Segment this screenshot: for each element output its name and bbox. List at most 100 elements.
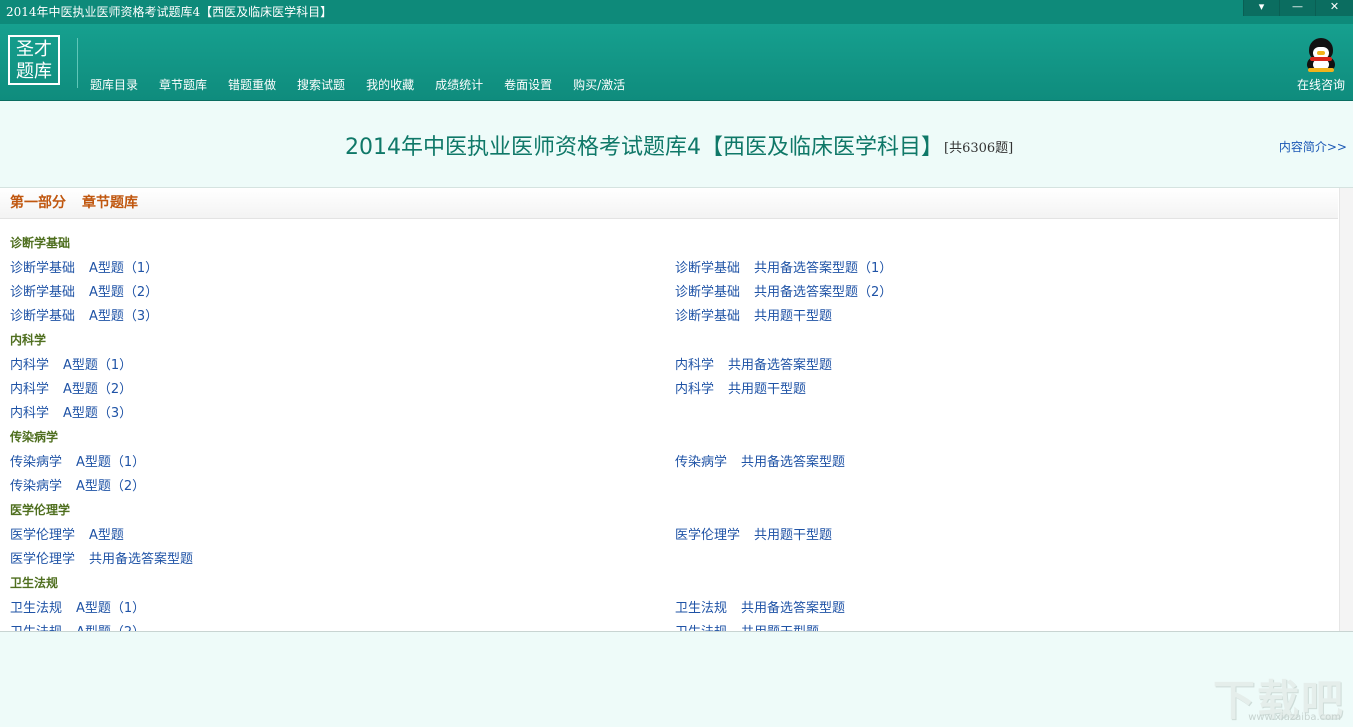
chapter-subject: 内科学 — [10, 358, 50, 373]
watermark-url: www.xiazaiba.com — [1248, 712, 1341, 723]
chapter-subject: 内科学 — [675, 382, 715, 397]
chapter-subject: 诊断学基础 — [10, 285, 76, 300]
chapter-subject: 卫生法规 — [675, 601, 728, 616]
chapter-type: 共用备选答案型题 — [89, 552, 194, 567]
chapter-link[interactable]: 卫生法规 共用题干型题 — [675, 621, 819, 631]
chapter-link[interactable]: 传染病学 A型题（1） — [10, 451, 145, 470]
chapter-link[interactable]: 诊断学基础 A型题（1） — [10, 257, 158, 276]
intro-link[interactable]: 内容简介>> — [1279, 138, 1347, 155]
chapter-link[interactable]: 医学伦理学 共用备选答案型题 — [10, 548, 193, 567]
chapter-link[interactable]: 诊断学基础 A型题（3） — [10, 305, 158, 324]
qq-penguin-icon — [1306, 38, 1336, 72]
logo-line1: 圣才 — [16, 39, 52, 60]
vertical-scrollbar[interactable] — [1339, 188, 1353, 631]
chapter-type: 共用备选答案型题 — [728, 358, 833, 373]
menu-item-catalog[interactable]: 题库目录 — [90, 76, 138, 93]
window-titlebar: 2014年中医执业医师资格考试题库4【西医及临床医学科目】 ▾ — ✕ — [0, 0, 1353, 24]
menu-item-buy-activate[interactable]: 购买/激活 — [573, 76, 625, 93]
chapter-type: 共用题干型题 — [754, 309, 833, 324]
chapter-subject: 诊断学基础 — [675, 309, 741, 324]
chapter-subject: 内科学 — [10, 406, 50, 421]
chapter-type: A型题（1） — [89, 261, 159, 276]
app-logo: 圣才 题库 — [8, 35, 60, 85]
logo-line2: 题库 — [16, 61, 52, 82]
chapter-link[interactable]: 诊断学基础 共用备选答案型题（1） — [675, 257, 892, 276]
chapter-type: A型题（2） — [89, 285, 159, 300]
online-consult-label: 在线咨询 — [1296, 78, 1345, 92]
chapter-type: 共用备选答案型题（1） — [754, 261, 893, 276]
chapter-subject: 传染病学 — [10, 455, 63, 470]
chapter-type: A型题（3） — [89, 309, 159, 324]
chapter-link[interactable]: 内科学 共用题干型题 — [675, 378, 806, 397]
chapter-subject: 卫生法规 — [10, 601, 63, 616]
chapter-type: A型题（1） — [76, 601, 146, 616]
chapter-subject: 诊断学基础 — [10, 309, 76, 324]
category-heading: 卫生法规 — [10, 576, 59, 590]
chapter-subject: 卫生法规 — [675, 625, 727, 631]
menu-item-chapter-bank[interactable]: 章节题库 — [159, 76, 207, 93]
menu-item-redo-wrong[interactable]: 错题重做 — [228, 76, 276, 93]
part-label: 第一部分 — [10, 195, 66, 211]
chapter-subject: 诊断学基础 — [675, 261, 741, 276]
chapter-link[interactable]: 诊断学基础 共用题干型题 — [675, 305, 832, 324]
watermark-logo: 下载吧 www.xiazaiba.com — [1209, 667, 1345, 725]
chapter-subject: 内科学 — [10, 382, 50, 397]
chapter-type: 共用题干型题 — [754, 528, 833, 543]
close-button[interactable]: ✕ — [1315, 0, 1353, 16]
chapter-link[interactable]: 传染病学 共用备选答案型题 — [675, 451, 845, 470]
chapter-link[interactable]: 卫生法规 共用备选答案型题 — [675, 597, 845, 616]
chapter-type: A型题（2） — [63, 382, 133, 397]
chapter-link[interactable]: 诊断学基础 A型题（2） — [10, 281, 158, 300]
chapter-link[interactable]: 医学伦理学 共用题干型题 — [675, 524, 832, 543]
category-heading: 内科学 — [10, 333, 47, 347]
app-header: 圣才 题库 题库目录 章节题库 错题重做 搜索试题 我的收藏 成绩统计 卷面设置… — [0, 24, 1353, 101]
chapter-type: 共用题干型题 — [728, 382, 807, 397]
category-heading: 传染病学 — [10, 430, 59, 444]
online-consult-button[interactable]: 在线咨询 — [1294, 38, 1348, 93]
chapter-link[interactable]: 内科学 A型题（1） — [10, 354, 132, 373]
page-title: 2014年中医执业医师资格考试题库4【西医及临床医学科目】 — [345, 135, 943, 160]
chapter-subject: 传染病学 — [675, 455, 728, 470]
chapter-type: A型题（2） — [76, 479, 146, 494]
chapter-link[interactable]: 传染病学 A型题（2） — [10, 475, 145, 494]
chapter-type: 共用备选答案型题 — [741, 455, 846, 470]
part-name: 章节题库 — [82, 195, 138, 211]
logo-divider — [77, 38, 78, 88]
minimize-button[interactable]: — — [1279, 0, 1315, 16]
menu-dropdown-button[interactable]: ▾ — [1243, 0, 1279, 16]
category-heading: 医学伦理学 — [10, 503, 71, 517]
chapter-subject: 医学伦理学 — [675, 528, 741, 543]
menu-item-paper-settings[interactable]: 卷面设置 — [504, 76, 552, 93]
chapter-subject: 传染病学 — [10, 479, 63, 494]
chapter-subject: 医学伦理学 — [10, 552, 76, 567]
chapter-type: A型题（1） — [63, 358, 133, 373]
main-menu: 题库目录 章节题库 错题重做 搜索试题 我的收藏 成绩统计 卷面设置 购买/激活 — [90, 76, 646, 93]
chapter-subject: 诊断学基础 — [675, 285, 741, 300]
menu-item-favorites[interactable]: 我的收藏 — [366, 76, 414, 93]
chapter-link[interactable]: 内科学 A型题（3） — [10, 402, 132, 421]
chapter-type: 共用备选答案型题 — [741, 601, 846, 616]
menu-item-search[interactable]: 搜索试题 — [297, 76, 345, 93]
chapter-link[interactable]: 卫生法规 A型题（1） — [10, 597, 145, 616]
chapter-type: A型题（2） — [76, 625, 145, 631]
chapter-type: A型题（1） — [76, 455, 146, 470]
chapter-subject: 内科学 — [675, 358, 715, 373]
menu-item-statistics[interactable]: 成绩统计 — [435, 76, 483, 93]
chapter-link[interactable]: 卫生法规 A型题（2） — [10, 621, 145, 631]
chapter-subject: 卫生法规 — [10, 625, 62, 631]
chapter-link[interactable]: 内科学 A型题（2） — [10, 378, 132, 397]
question-count: [共6306题] — [944, 141, 1014, 156]
category-heading: 诊断学基础 — [10, 236, 71, 250]
chapter-link[interactable]: 内科学 共用备选答案型题 — [675, 354, 832, 373]
content-panel: 第一部分 章节题库 诊断学基础 诊断学基础 A型题（1） 诊断学基础 共用备选答案型题（1… — [0, 187, 1353, 632]
chapter-subject: 医学伦理学 — [10, 528, 76, 543]
window-title: 2014年中医执业医师资格考试题库4【西医及临床医学科目】 — [6, 5, 333, 19]
part-header: 第一部分 章节题库 — [0, 188, 1338, 219]
chapter-link[interactable]: 医学伦理学 A型题 — [10, 524, 124, 543]
chapter-link[interactable]: 诊断学基础 共用备选答案型题（2） — [675, 281, 892, 300]
chapter-type: A型题 — [89, 528, 124, 543]
chapter-type: 共用题干型题 — [741, 625, 819, 631]
window-controls: ▾ — ✕ — [1243, 0, 1353, 16]
chapter-type: 共用备选答案型题（2） — [754, 285, 893, 300]
chapter-subject: 诊断学基础 — [10, 261, 76, 276]
